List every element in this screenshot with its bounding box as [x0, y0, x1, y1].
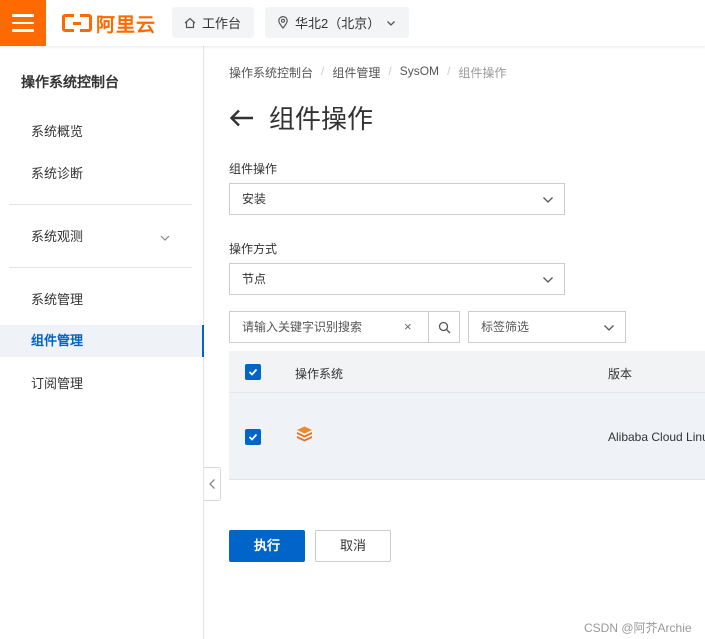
watermark: CSDN @阿芥Archie — [584, 621, 692, 635]
hamburger-menu-button[interactable] — [0, 0, 46, 46]
sidebar-item-component-management[interactable]: 组件管理 — [0, 325, 204, 357]
chevron-down-icon — [387, 20, 395, 26]
sidebar-item-system-observation[interactable]: 系统观测 — [0, 221, 204, 253]
breadcrumb-separator: / — [321, 64, 325, 78]
sidebar-divider — [9, 267, 192, 268]
location-pin-icon — [278, 16, 288, 29]
checkmark-icon — [248, 433, 258, 441]
menu-line — [12, 21, 34, 25]
operation-select[interactable]: 安装 — [229, 183, 565, 215]
breadcrumb-item[interactable]: 操作系统控制台 — [229, 64, 313, 81]
search-icon — [438, 321, 450, 333]
table-row[interactable]: Alibaba Cloud Linux — [229, 393, 705, 480]
breadcrumb-item[interactable]: 组件管理 — [332, 64, 380, 81]
menu-line — [12, 14, 34, 17]
sidebar-item-subscription-management[interactable]: 订阅管理 — [0, 368, 204, 400]
clear-icon[interactable]: × — [404, 319, 412, 334]
cube-icon — [297, 426, 312, 442]
select-all-checkbox[interactable] — [245, 364, 261, 380]
search-button[interactable] — [428, 311, 460, 343]
tag-filter-select[interactable]: 标签筛选 — [468, 311, 626, 343]
breadcrumb: 操作系统控制台 / 组件管理 / SysOM / 组件操作 — [229, 64, 506, 81]
top-bar: 阿里云 工作台 华北2（北京） — [0, 0, 705, 46]
cancel-button[interactable]: 取消 — [315, 530, 391, 562]
execute-button[interactable]: 执行 — [229, 530, 305, 562]
page-title: 组件操作 — [269, 104, 374, 134]
chevron-down-icon — [604, 325, 614, 331]
home-icon — [184, 17, 196, 28]
workbench-label: 工作台 — [202, 16, 242, 31]
sidebar-collapse-button[interactable] — [204, 467, 221, 501]
back-arrow-icon[interactable] — [229, 108, 255, 128]
sidebar-title: 操作系统控制台 — [21, 74, 119, 90]
sidebar-item-label: 系统观测 — [31, 229, 84, 244]
column-header-os: 操作系统 — [295, 367, 344, 381]
table-header: 操作系统 版本 — [229, 351, 705, 393]
operation-label: 组件操作 — [229, 162, 278, 176]
sidebar-item-system-management[interactable]: 系统管理 — [0, 284, 204, 316]
breadcrumb-item[interactable]: SysOM — [400, 64, 439, 81]
operation-value: 安装 — [242, 192, 267, 206]
workbench-button[interactable]: 工作台 — [172, 7, 254, 38]
row-checkbox[interactable] — [245, 429, 261, 445]
breadcrumb-current: 组件操作 — [458, 66, 507, 80]
region-label: 华北2（北京） — [295, 16, 381, 31]
method-label: 操作方式 — [229, 242, 278, 256]
aliyun-logo-icon — [62, 13, 92, 34]
method-select[interactable]: 节点 — [229, 263, 565, 295]
chevron-down-icon — [543, 277, 553, 283]
breadcrumb-separator: / — [388, 64, 392, 78]
aliyun-logo[interactable]: 阿里云 — [62, 10, 156, 36]
page-header: 组件操作 — [229, 99, 373, 136]
checkmark-icon — [248, 368, 258, 376]
search-input[interactable]: 请输入关键字识别搜索 — [229, 311, 429, 343]
breadcrumb-separator: / — [447, 64, 451, 78]
chevron-down-icon — [160, 235, 170, 241]
region-selector[interactable]: 华北2（北京） — [265, 7, 409, 38]
column-header-version: 版本 — [608, 367, 633, 381]
sidebar-item-system-overview[interactable]: 系统概览 — [0, 116, 204, 148]
chevron-down-icon — [543, 197, 553, 203]
sidebar-item-system-diagnosis[interactable]: 系统诊断 — [0, 158, 204, 190]
version-cell: Alibaba Cloud Linux — [608, 430, 705, 444]
search-placeholder: 请输入关键字识别搜索 — [242, 320, 363, 334]
tag-filter-label: 标签筛选 — [481, 320, 530, 334]
method-value: 节点 — [242, 272, 267, 286]
logo-text: 阿里云 — [96, 14, 157, 36]
sidebar-divider — [9, 204, 192, 205]
sidebar: 操作系统控制台 系统概览 系统诊断 系统观测 系统管理 组件管理 订阅管理 — [0, 46, 204, 639]
chevron-left-icon — [208, 479, 215, 489]
menu-line — [12, 29, 34, 32]
